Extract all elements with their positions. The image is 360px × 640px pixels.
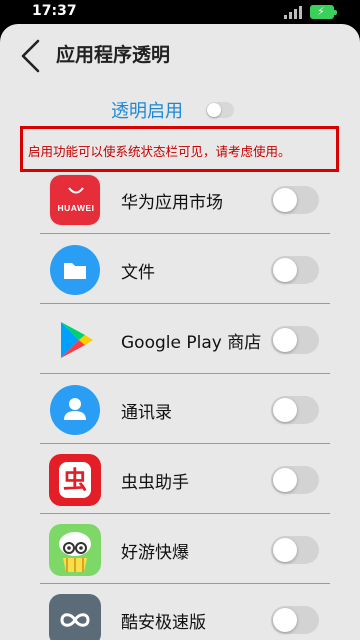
app-name: 通讯录 [121, 403, 172, 423]
list-item-files: 文件 [0, 234, 360, 304]
haoyou-kuaibao-icon [49, 524, 101, 576]
warning-notice: 启用功能可以使系统状态栏可见，请考虑使用。 [20, 126, 339, 172]
warning-notice-text: 启用功能可以使系统状态栏可见，请考虑使用。 [28, 144, 291, 159]
app-name: 文件 [121, 263, 155, 283]
chongchong-icon: 虫 [49, 454, 101, 506]
app-window: 应用程序透明 透明启用 HUAWEI 华为应用市场 文件 Google Play… [0, 24, 360, 640]
list-item-chongchong: 虫 虫虫助手 [0, 444, 360, 514]
google-play-icon [49, 314, 101, 366]
app-toggle-switch[interactable] [271, 466, 319, 494]
battery-charging-icon: ⚡ [310, 5, 337, 19]
huawei-icon-text: HUAWEI [57, 203, 95, 213]
files-icon [49, 244, 101, 296]
app-toggle-switch[interactable] [271, 606, 319, 634]
list-item-huawei-appgallery: HUAWEI 华为应用市场 [0, 164, 360, 234]
chongchong-icon-text: 虫 [63, 466, 87, 494]
huawei-appgallery-icon: HUAWEI [49, 174, 101, 226]
app-name: 华为应用市场 [121, 193, 223, 213]
status-time: 17:37 [32, 3, 77, 19]
master-toggle-switch[interactable] [206, 102, 234, 118]
page-title: 应用程序透明 [56, 44, 171, 66]
app-name: 好游快爆 [121, 543, 189, 563]
phone-screen: 17:37 ⚡ 应用程序透明 透明启用 HUAWEI 华为应用市场 文件 Goo… [0, 0, 360, 640]
app-name: 酷安极速版 [121, 613, 206, 633]
back-button[interactable] [18, 38, 44, 74]
app-list: HUAWEI 华为应用市场 文件 Google Play 商店 通讯录 虫 虫虫… [0, 164, 360, 640]
list-item-coolapk: 酷安极速版 [0, 584, 360, 640]
app-name: Google Play 商店 [121, 333, 262, 353]
chevron-left-icon [21, 39, 40, 73]
master-toggle-row: 透明启用 [0, 96, 360, 124]
status-bar: 17:37 ⚡ [0, 0, 360, 24]
app-toggle-switch[interactable] [271, 326, 319, 354]
contacts-icon [49, 384, 101, 436]
coolapk-icon [49, 594, 101, 640]
list-item-contacts: 通讯录 [0, 374, 360, 444]
app-name: 虫虫助手 [121, 473, 189, 493]
signal-icon [284, 5, 306, 19]
master-toggle-label: 透明启用 [111, 101, 183, 122]
list-item-google-play: Google Play 商店 [0, 304, 360, 374]
app-toggle-switch[interactable] [271, 186, 319, 214]
app-toggle-switch[interactable] [271, 536, 319, 564]
list-item-haoyou-kuaibao: 好游快爆 [0, 514, 360, 584]
app-toggle-switch[interactable] [271, 396, 319, 424]
app-toggle-switch[interactable] [271, 256, 319, 284]
